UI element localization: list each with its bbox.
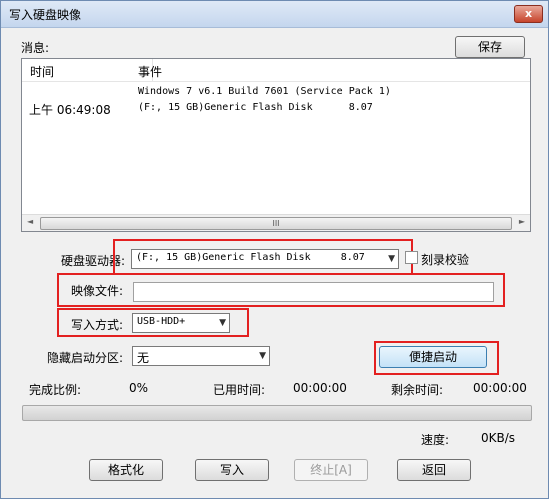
row-time: 上午 06:49:08: [29, 103, 111, 117]
scroll-thumb[interactable]: III: [40, 217, 512, 230]
save-button[interactable]: 保存: [455, 36, 525, 58]
speed-value: 0KB/s: [481, 431, 516, 445]
hidden-partition-value: 无: [137, 351, 150, 365]
horizontal-scrollbar[interactable]: ◄ III ►: [22, 214, 530, 231]
message-list[interactable]: 时间 事件 Windows 7 v6.1 Build 7601 (Service…: [21, 58, 531, 232]
progress-label: 完成比例:: [29, 383, 82, 397]
close-button[interactable]: x: [514, 5, 543, 23]
column-time[interactable]: 时间: [30, 63, 54, 80]
highlight-box-image-file: [57, 273, 505, 307]
verify-label: 刻录校验: [421, 253, 470, 267]
highlight-box-drive: [113, 239, 413, 275]
chevron-down-icon: ▼: [259, 351, 266, 361]
scroll-left-icon[interactable]: ◄: [27, 217, 33, 226]
row-event: (F:, 15 GB)Generic Flash Disk 8.07: [138, 102, 373, 113]
progress-value: 0%: [129, 381, 149, 395]
list-header: 时间 事件: [22, 59, 530, 82]
back-button[interactable]: 返回: [397, 459, 471, 481]
highlight-box-quick-boot: [374, 341, 499, 375]
abort-button[interactable]: 终止[A]: [294, 459, 368, 481]
progress-bar: [22, 405, 532, 421]
hidden-partition-label: 隐藏启动分区:: [47, 351, 124, 365]
write-button[interactable]: 写入: [195, 459, 269, 481]
elapsed-label: 已用时间:: [213, 383, 266, 397]
speed-label: 速度:: [421, 433, 450, 447]
elapsed-value: 00:00:00: [293, 381, 347, 395]
window-title: 写入硬盘映像: [9, 8, 82, 22]
remaining-value: 00:00:00: [473, 381, 527, 395]
remaining-label: 剩余时间:: [391, 383, 444, 397]
scroll-right-icon[interactable]: ►: [519, 217, 525, 226]
title-bar[interactable]: 写入硬盘映像 x: [1, 1, 548, 28]
messages-label: 消息:: [21, 41, 50, 55]
hidden-partition-select[interactable]: 无 ▼: [132, 346, 270, 366]
column-event[interactable]: 事件: [138, 63, 162, 80]
write-disk-image-window: 写入硬盘映像 x 消息: 保存 时间 事件 Windows 7 v6.1 Bui…: [0, 0, 549, 499]
verify-checkbox[interactable]: [405, 251, 418, 264]
row-event: Windows 7 v6.1 Build 7601 (Service Pack …: [138, 86, 391, 97]
highlight-box-write-mode: [57, 308, 249, 337]
format-button[interactable]: 格式化: [89, 459, 163, 481]
